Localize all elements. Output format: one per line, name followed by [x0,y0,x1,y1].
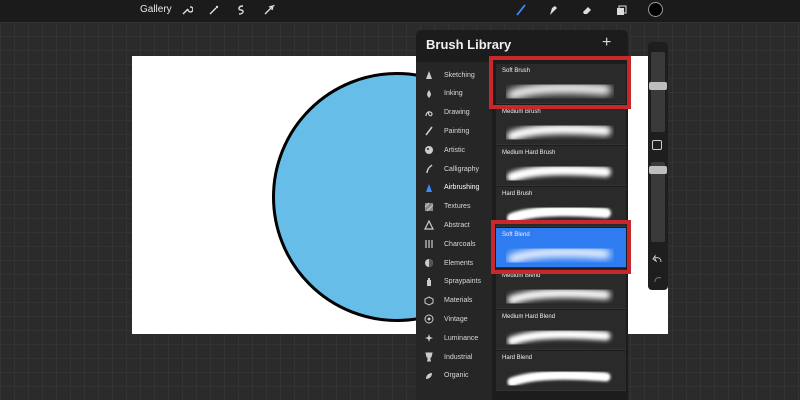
brush-set-label: Organic [444,372,469,380]
brush-set-painting[interactable]: Painting [416,122,492,140]
brush-size-thumb[interactable] [649,82,667,90]
gallery-button[interactable]: Gallery [140,4,172,15]
brush-set-luminance[interactable]: Luminance [416,329,492,347]
current-color-swatch[interactable] [648,2,663,17]
brush-set-organic[interactable]: Organic [416,367,492,385]
brush-name: Medium Hard Blend [502,314,556,320]
brush-name: Hard Blend [502,355,533,361]
brush-soft-brush[interactable]: Soft Brush [496,64,626,104]
yin-yang-icon [425,259,433,267]
brush-library-panel: Brush Library + Sketching Inking Drawing Pa… [416,30,628,400]
brush-name: Medium Blend [502,273,541,279]
brush-stroke-preview [507,370,611,387]
trophy-icon [425,352,433,362]
brush-stroke-preview [507,247,611,264]
brush-set-label: Painting [444,127,470,135]
texture-icon [424,202,434,211]
star-badge-icon [424,314,434,324]
layers-icon[interactable] [614,3,628,17]
brush-set-spraypaints[interactable]: Spraypaints [416,273,492,291]
brush-set-label: Inking [444,90,463,98]
brush-set-materials[interactable]: Materials [416,292,492,310]
add-brush-button[interactable]: + [602,34,611,52]
brush-name: Soft Blend [502,232,530,238]
opacity-slider[interactable] [651,162,665,242]
brush-stroke-preview [507,288,611,305]
brush-stroke-preview [507,206,611,223]
sparkle-icon [425,334,433,343]
pencil-icon [426,71,432,79]
brush-set-sketching[interactable]: Sketching [416,66,492,84]
brush-set-airbrushing[interactable]: Airbrushing [416,179,492,197]
selection-icon[interactable] [234,3,248,17]
airbrush-icon [426,183,432,192]
brush-set-label: Abstract [444,221,470,229]
spray-can-icon [427,277,431,286]
ink-drop-icon [427,89,431,98]
brushes-list: Soft Brush Medium Brush Medium Hard Brush H… [496,54,628,400]
brush-stroke-preview [507,83,611,100]
brush-set-label: Sketching [444,71,475,79]
brush-library-title: Brush Library [426,37,512,52]
brush-medium-blend[interactable]: Medium Blend [496,269,626,309]
palette-icon [425,146,433,155]
charcoal-icon [425,240,433,249]
brush-set-label: Textures [444,203,471,211]
brush-name: Soft Brush [502,68,531,74]
brush-size-slider[interactable] [651,52,665,132]
brush-set-label: Elements [444,259,474,267]
brush-soft-blend[interactable]: Soft Blend [496,228,626,268]
transform-arrow-icon[interactable] [262,3,276,17]
paint-brush-icon [425,126,433,136]
brush-set-label: Airbrushing [444,184,480,192]
brush-set-label: Artistic [444,146,465,154]
eraser-icon[interactable] [580,3,594,17]
brush-set-inking[interactable]: Inking [416,85,492,103]
brush-set-charcoals[interactable]: Charcoals [416,235,492,253]
leaf-icon [426,372,432,379]
opacity-thumb[interactable] [649,166,667,174]
brush-set-drawing[interactable]: Drawing [416,104,492,122]
brush-set-label: Materials [444,297,473,305]
brush-sets-list: Sketching Inking Drawing Painting Artistic Ca… [416,62,492,400]
brush-name: Hard Brush [502,191,533,197]
brush-stroke-preview [507,165,611,182]
brush-stroke-preview [507,124,611,141]
brush-set-label: Calligraphy [444,165,480,173]
triangle-icon [424,220,434,230]
brush-set-textures[interactable]: Textures [416,198,492,216]
redo-icon[interactable] [652,272,664,284]
brush-name: Medium Hard Brush [502,150,556,156]
brush-set-industrial[interactable]: Industrial [416,348,492,366]
brush-hard-blend[interactable]: Hard Blend [496,351,626,391]
squiggle-icon [425,110,433,116]
brush-set-abstract[interactable]: Abstract [416,216,492,234]
brush-set-calligraphy[interactable]: Calligraphy [416,160,492,178]
wrench-icon[interactable] [180,3,194,17]
top-toolbar: Gallery [0,0,800,22]
brush-set-elements[interactable]: Elements [416,254,492,272]
modify-button[interactable] [652,140,662,150]
brush-set-label: Vintage [444,315,468,323]
cube-icon [424,296,434,306]
brush-set-label: Drawing [444,109,470,117]
magic-wand-icon[interactable] [207,3,221,17]
brush-set-label: Spraypaints [444,278,481,286]
undo-icon[interactable] [652,252,664,264]
brush-hard-brush[interactable]: Hard Brush [496,187,626,227]
brush-medium-hard-brush[interactable]: Medium Hard Brush [496,146,626,186]
brush-set-vintage[interactable]: Vintage [416,310,492,328]
brush-stroke-preview [507,329,611,346]
brush-icon[interactable] [514,3,528,17]
brush-medium-brush[interactable]: Medium Brush [496,105,626,145]
calligraphy-icon [426,164,433,174]
brush-name: Medium Brush [502,109,541,115]
right-sidebar [648,42,668,290]
brush-set-label: Industrial [444,353,473,361]
brush-set-artistic[interactable]: Artistic [416,141,492,159]
brush-set-label: Luminance [444,334,479,342]
brush-set-label: Charcoals [444,240,476,248]
smudge-icon[interactable] [546,3,560,17]
brush-medium-hard-blend[interactable]: Medium Hard Blend [496,310,626,350]
